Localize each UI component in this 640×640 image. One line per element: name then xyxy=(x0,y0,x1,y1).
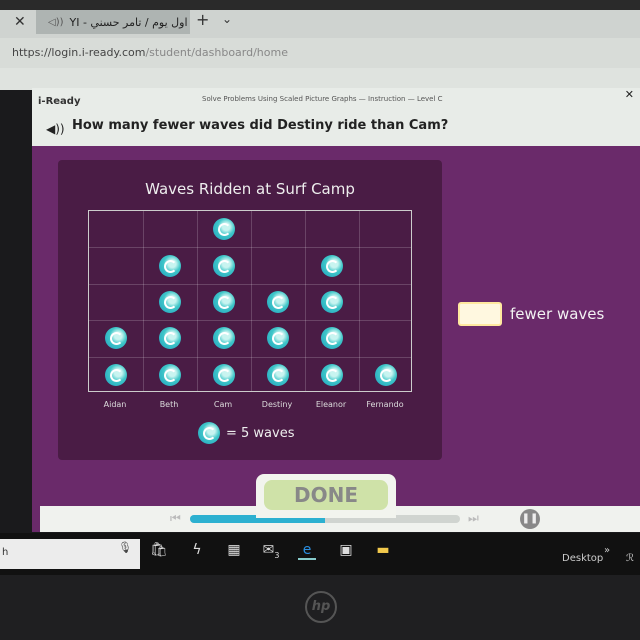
wave-icon xyxy=(159,363,181,386)
desktop-toolbar[interactable]: Desktop xyxy=(562,553,603,564)
lesson-header: i-Ready Solve Problems Using Scaled Pict… xyxy=(32,88,640,146)
answer-label: fewer waves xyxy=(510,305,605,323)
key-label: = 5 waves xyxy=(226,425,295,441)
photos-icon[interactable]: ▣ xyxy=(337,542,355,560)
done-tray: DONE xyxy=(256,474,396,518)
grid-line xyxy=(197,211,198,391)
wave-icon xyxy=(105,327,127,350)
picture-graph-grid xyxy=(88,210,412,392)
answer-input[interactable] xyxy=(458,302,502,326)
grid-line xyxy=(143,211,144,391)
grid-line xyxy=(251,211,252,391)
laptop-bezel: hp xyxy=(0,575,640,640)
wave-icon xyxy=(105,363,127,386)
wave-icon xyxy=(159,254,181,277)
grid-line xyxy=(89,283,411,285)
grid-line xyxy=(305,211,306,391)
x-tick-label: Eleanor xyxy=(315,400,347,409)
x-tick-label: Aidan xyxy=(103,400,127,409)
speaker-icon[interactable]: ◀)) xyxy=(46,122,65,136)
wave-icon xyxy=(267,327,289,350)
skip-back-icon[interactable]: ⏮ xyxy=(170,511,181,526)
done-button[interactable]: DONE xyxy=(264,480,388,510)
browser-content-margin xyxy=(0,68,640,90)
wave-icon xyxy=(213,254,235,277)
tab-list-button[interactable]: ⌄ xyxy=(222,12,232,26)
windows-taskbar: h 🎙 🛍 ϟ ▦ ✉3 e ▣ ▬ Desktop » ℛ xyxy=(0,533,640,575)
tab-audio-icon[interactable]: ◁)) xyxy=(48,17,64,28)
wave-icon xyxy=(321,254,343,277)
address-bar[interactable]: https://login.i-ready.com/student/dashbo… xyxy=(0,38,640,68)
grid-line xyxy=(89,247,411,249)
wave-icon xyxy=(159,291,181,313)
x-tick-label: Cam xyxy=(213,400,233,409)
wave-icon xyxy=(267,291,289,313)
wave-icon xyxy=(375,363,397,386)
url-text[interactable]: https://login.i-ready.com/student/dashbo… xyxy=(12,46,288,59)
wave-icon xyxy=(159,327,181,350)
wave-icon xyxy=(321,363,343,386)
iready-logo: i-Ready xyxy=(38,96,81,107)
picture-graph-panel: Waves Ridden at Surf Camp Aidan Beth Cam De… xyxy=(58,160,442,460)
toolbar-overflow-icon[interactable]: » xyxy=(604,545,610,556)
x-tick-label: Beth xyxy=(159,400,179,409)
mail-icon[interactable]: ✉3 xyxy=(262,542,280,560)
people-icon[interactable]: ℛ xyxy=(626,553,634,564)
lesson-title: Solve Problems Using Scaled Picture Grap… xyxy=(202,95,443,103)
screen-bezel-top xyxy=(0,0,640,10)
wave-icon xyxy=(213,291,235,313)
wave-icon xyxy=(198,422,220,444)
store-icon[interactable]: 🛍 xyxy=(150,542,168,560)
wave-icon xyxy=(213,363,235,386)
wave-icon xyxy=(267,363,289,386)
answer-area: fewer waves xyxy=(458,302,604,326)
skip-forward-icon[interactable]: ⏭ xyxy=(468,511,479,526)
tab-youtube[interactable]: ◁)) اول يوم / تامر حسني - YI xyxy=(36,10,190,34)
iready-lesson: i-Ready Solve Problems Using Scaled Pict… xyxy=(32,88,640,532)
new-tab-button[interactable]: + xyxy=(196,10,209,29)
question-text: How many fewer waves did Destiny ride th… xyxy=(72,118,449,133)
close-lesson-button[interactable]: ✕ xyxy=(625,88,634,101)
browser-tab-bar: ✕ ◁)) اول يوم / تامر حسني - YI + ⌄ xyxy=(0,10,640,38)
calculator-icon[interactable]: ▦ xyxy=(225,542,243,560)
chart-title: Waves Ridden at Surf Camp xyxy=(145,180,355,198)
grid-line xyxy=(89,320,411,322)
tab-title: اول يوم / تامر حسني - YI xyxy=(69,15,188,29)
wave-icon xyxy=(321,327,343,350)
x-tick-label: Destiny xyxy=(261,400,293,409)
chart-key: = 5 waves xyxy=(198,422,295,444)
hp-logo: hp xyxy=(305,591,337,623)
file-explorer-icon[interactable]: ▬ xyxy=(374,542,392,560)
winamp-icon[interactable]: ϟ xyxy=(188,542,206,560)
tab-close-icon[interactable]: ✕ xyxy=(14,14,26,30)
grid-line xyxy=(89,356,411,358)
wave-icon xyxy=(321,291,343,313)
edge-icon[interactable]: e xyxy=(298,542,316,560)
pause-button[interactable]: ❚❚ xyxy=(520,509,540,529)
wave-icon xyxy=(213,218,235,241)
grid-line xyxy=(359,211,360,391)
microphone-icon[interactable]: 🎙 xyxy=(118,541,132,554)
wave-icon xyxy=(213,327,235,350)
x-tick-label: Fernando xyxy=(366,400,404,409)
